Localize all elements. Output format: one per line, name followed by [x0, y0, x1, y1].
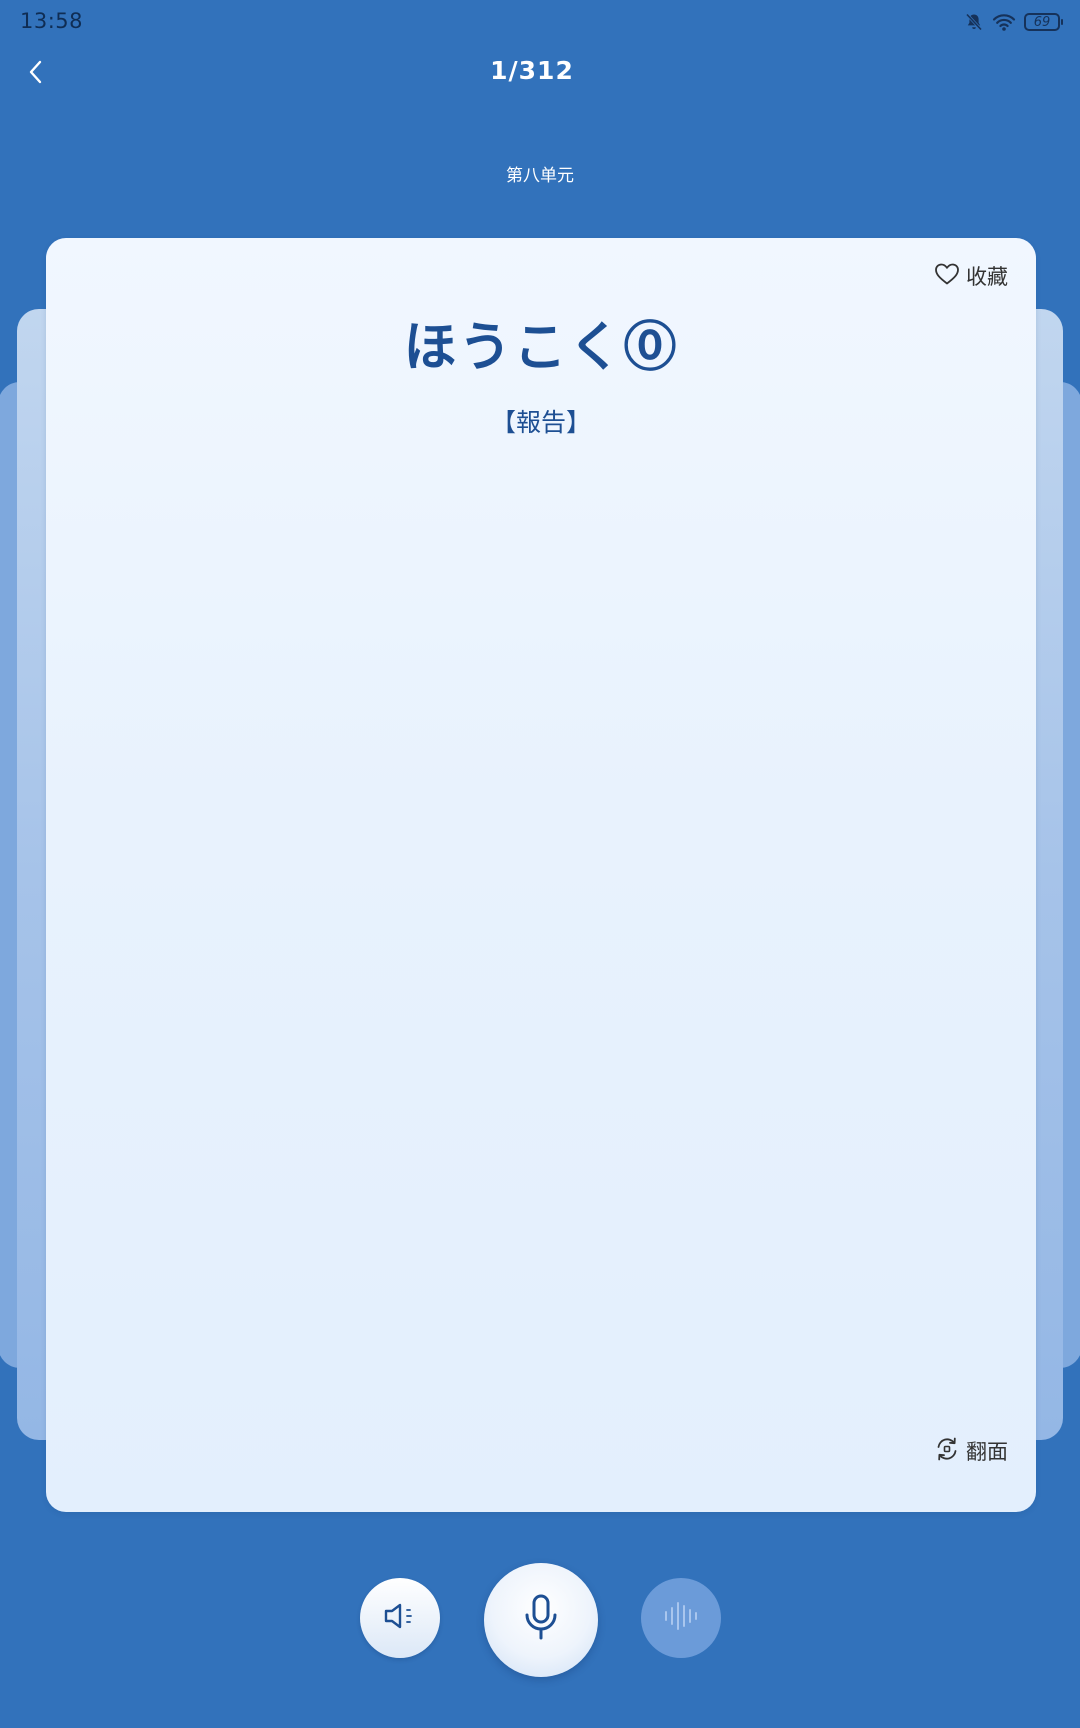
heart-icon: [934, 262, 960, 290]
flip-label: 翻面: [966, 1440, 1008, 1464]
flashcard[interactable]: 收藏 ほうこく⓪ 【報告】 翻面: [46, 238, 1036, 1512]
microphone-icon: [521, 1593, 561, 1647]
playback-recording-button[interactable]: [641, 1578, 721, 1658]
bell-muted-icon: [964, 12, 984, 32]
app-screen: 13:58 69 1/312 第八单元 收藏 ほうこく⓪ 【報告】 翻面: [0, 0, 1080, 1728]
speaker-button[interactable]: [360, 1578, 440, 1658]
status-icons: 69: [964, 10, 1063, 34]
wifi-icon: [992, 12, 1016, 32]
waveform-icon: [661, 1600, 701, 1636]
favorite-label: 收藏: [966, 265, 1008, 289]
favorite-button[interactable]: 收藏: [934, 261, 1008, 291]
flip-button[interactable]: 翻面: [934, 1436, 1008, 1466]
record-button[interactable]: [484, 1563, 598, 1677]
word-reading: ほうこく⓪: [403, 317, 679, 378]
unit-title: 第八单元: [506, 166, 574, 186]
page-counter: 1/312: [490, 56, 574, 85]
status-time: 13:58: [20, 9, 84, 33]
speaker-icon: [382, 1600, 418, 1636]
battery-icon: 69: [1024, 13, 1063, 31]
flip-icon: [934, 1436, 960, 1466]
word-kanji: 【報告】: [490, 408, 591, 437]
battery-level: 69: [1033, 14, 1051, 30]
